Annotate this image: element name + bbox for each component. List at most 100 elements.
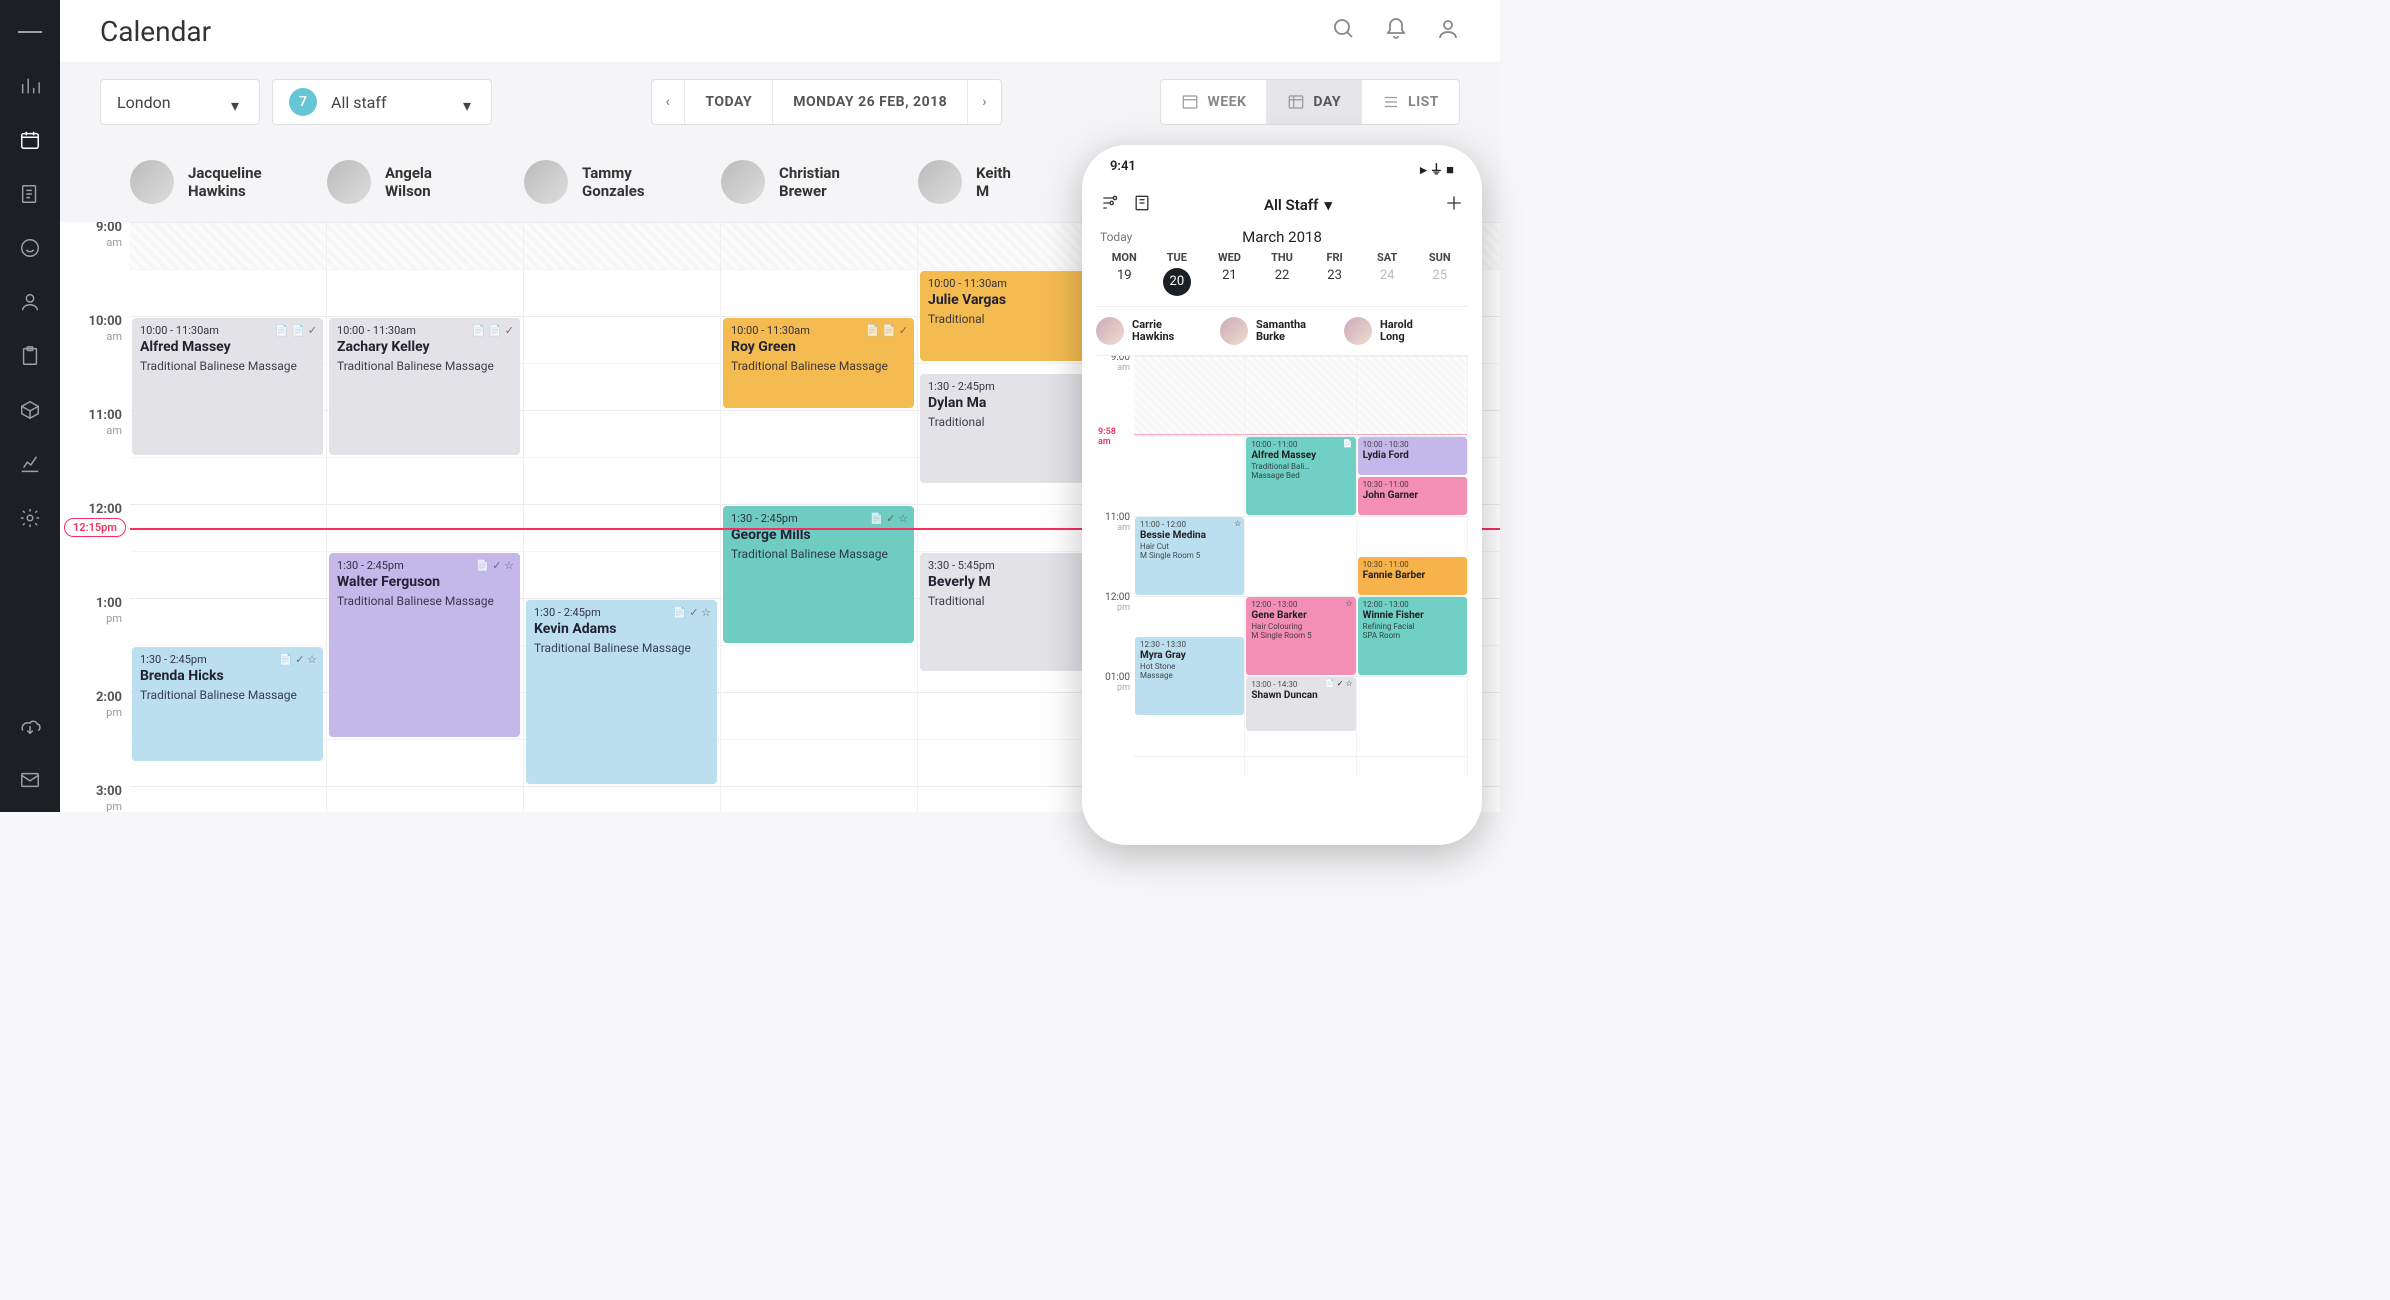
phone-date[interactable]: 24 <box>1361 268 1414 296</box>
view-list-button[interactable]: LIST <box>1362 80 1459 124</box>
menu-icon[interactable] <box>18 20 42 44</box>
mail-icon[interactable] <box>18 768 42 792</box>
staff-column-header[interactable]: TammyGonzales <box>524 142 721 222</box>
add-icon[interactable] <box>1444 193 1464 217</box>
appt-service: Traditional <box>928 312 1103 326</box>
staff-name: KeithM <box>976 164 1011 200</box>
appt-client-name: Alfred Massey <box>1251 450 1350 461</box>
view-week-button[interactable]: WEEK <box>1161 80 1267 124</box>
appt-service: Traditional Balinese Massage <box>337 359 512 373</box>
gear-icon[interactable] <box>18 506 42 530</box>
time-label: 1:00pm <box>96 596 122 626</box>
phone-date[interactable]: 23 <box>1308 268 1361 296</box>
appt-status-icons: 📄 ✓ ☆ <box>673 606 711 619</box>
phone-dow: SUN <box>1413 251 1466 264</box>
filter-icon[interactable] <box>1100 193 1120 217</box>
phone-staff-name: HaroldLong <box>1380 319 1413 343</box>
appt-status-icons: 📄 ✓ ☆ <box>870 512 908 525</box>
phone-staff-header[interactable]: SamanthaBurke <box>1220 317 1344 345</box>
appt-time: 11:00 - 12:00 <box>1140 520 1239 529</box>
appointment-card[interactable]: 1:30 - 2:45pm Brenda Hicks Traditional B… <box>132 647 323 761</box>
phone-dow: WED <box>1203 251 1256 264</box>
appt-client-name: Winnie Fisher <box>1363 610 1462 621</box>
staff-column-header[interactable]: ChristianBrewer <box>721 142 918 222</box>
today-button[interactable]: TODAY <box>685 80 773 124</box>
appt-service: Traditional <box>928 594 1103 608</box>
chart-icon[interactable] <box>18 74 42 98</box>
chevron-down-icon: ▾ <box>1324 196 1332 214</box>
phone-appointment-card[interactable]: 10:30 - 11:00 Fannie Barber <box>1358 557 1467 595</box>
phone-date[interactable]: 22 <box>1256 268 1309 296</box>
invoice-icon[interactable] <box>18 182 42 206</box>
phone-staff-header[interactable]: CarrieHawkins <box>1096 317 1220 345</box>
staff-column-header[interactable]: AngelaWilson <box>327 142 524 222</box>
appt-client-name: Roy Green <box>731 339 906 355</box>
appt-status-icons: 📄 📄 ✓ <box>472 324 514 337</box>
staff-name: AngelaWilson <box>385 164 432 200</box>
current-date-label[interactable]: MONDAY 26 FEB, 2018 <box>773 80 968 124</box>
appt-client-name: Brenda Hicks <box>140 668 315 684</box>
appt-client-name: Julie Vargas <box>928 292 1103 308</box>
appt-client-name: Zachary Kelley <box>337 339 512 355</box>
phone-appointment-card[interactable]: 12:00 - 13:00 Winnie Fisher Refining Fac… <box>1358 597 1467 675</box>
appt-status-icons: 📄 ✓ ☆ <box>476 559 514 572</box>
appt-client-name: John Garner <box>1363 490 1462 501</box>
phone-appointment-card[interactable]: 12:00 - 13:00 Gene Barker Hair Colouring… <box>1246 597 1355 675</box>
phone-date[interactable]: 21 <box>1203 268 1256 296</box>
date-navigator: ‹ TODAY MONDAY 26 FEB, 2018 › <box>651 79 1002 125</box>
chevron-down-icon: ▾ <box>231 96 243 108</box>
phone-appointment-card[interactable]: 10:00 - 10:30 Lydia Ford <box>1358 437 1467 475</box>
date-prev-button[interactable]: ‹ <box>652 80 686 124</box>
appointment-card[interactable]: 10:00 - 11:30am Alfred Massey Traditiona… <box>132 318 323 455</box>
appt-time: 10:00 - 10:30 <box>1363 440 1462 449</box>
appt-service: Refining FacialSPA Room <box>1363 622 1462 640</box>
phone-dow: MON <box>1098 251 1151 264</box>
date-next-button[interactable]: › <box>968 80 1001 124</box>
phone-filter-dropdown[interactable]: All Staff▾ <box>1264 196 1332 214</box>
phone-month-label: March 2018 <box>1242 228 1322 246</box>
appt-status-icons: 📄 📄 ✓ <box>275 324 317 337</box>
search-icon[interactable] <box>1332 17 1356 45</box>
phone-dow: TUE <box>1151 251 1204 264</box>
phone-appointment-card[interactable]: 11:00 - 12:00 Bessie Medina Hair CutM Si… <box>1135 517 1244 595</box>
appt-status-icons: ☆ <box>1345 599 1352 608</box>
appointment-card[interactable]: 1:30 - 2:45pm Kevin Adams Traditional Ba… <box>526 600 717 784</box>
phone-appointment-card[interactable]: 10:30 - 11:00 John Garner <box>1358 477 1467 515</box>
appointment-card[interactable]: 1:30 - 2:45pm Walter Ferguson Traditiona… <box>329 553 520 737</box>
bell-icon[interactable] <box>1384 17 1408 45</box>
smile-icon[interactable] <box>18 236 42 260</box>
phone-staff-header[interactable]: HaroldLong <box>1344 317 1468 345</box>
phone-time-label: 01:00pm <box>1096 672 1130 693</box>
phone-date[interactable]: 25 <box>1413 268 1466 296</box>
package-icon[interactable] <box>18 398 42 422</box>
phone-date[interactable]: 19 <box>1098 268 1151 296</box>
clipboard-icon[interactable] <box>18 344 42 368</box>
appt-service: Traditional Balinese Massage <box>534 641 709 655</box>
user-icon[interactable] <box>18 290 42 314</box>
phone-appointment-card[interactable]: 10:00 - 11:00 Alfred Massey Traditional … <box>1246 437 1355 515</box>
phone-appointment-card[interactable]: 12:30 - 13:30 Myra Gray Hot StoneMassage <box>1135 637 1244 715</box>
notes-icon[interactable] <box>1132 193 1152 217</box>
phone-appointment-card[interactable]: 13:00 - 14:30 Shawn Duncan 📄 ✓ ☆ <box>1246 677 1355 731</box>
staff-dropdown[interactable]: 7 All staff ▾ <box>272 79 492 125</box>
staff-name: TammyGonzales <box>582 164 645 200</box>
appt-status-icons: 📄 <box>1343 439 1353 448</box>
avatar <box>327 160 371 204</box>
stats-icon[interactable] <box>18 452 42 476</box>
appt-status-icons: 📄 📄 ✓ <box>866 324 908 337</box>
appointment-card[interactable]: 10:00 - 11:30am Roy Green Traditional Ba… <box>723 318 914 408</box>
staff-column-header[interactable]: JacquelineHawkins <box>130 142 327 222</box>
view-day-button[interactable]: DAY <box>1267 80 1362 124</box>
appointment-card[interactable]: 10:00 - 11:30am Zachary Kelley Tradition… <box>329 318 520 455</box>
appt-status-icons: ☆ <box>1234 519 1241 528</box>
download-icon[interactable] <box>18 714 42 738</box>
time-label: 9:00am <box>96 222 122 250</box>
location-dropdown[interactable]: London ▾ <box>100 79 260 125</box>
phone-date[interactable]: 20 <box>1151 268 1204 296</box>
profile-icon[interactable] <box>1436 17 1460 45</box>
time-label: 10:00am <box>89 314 123 344</box>
phone-today-label[interactable]: Today <box>1100 230 1132 244</box>
appt-client-name: Bessie Medina <box>1140 530 1239 541</box>
appt-time: 10:00 - 11:00 <box>1251 440 1350 449</box>
calendar-icon[interactable] <box>18 128 42 152</box>
